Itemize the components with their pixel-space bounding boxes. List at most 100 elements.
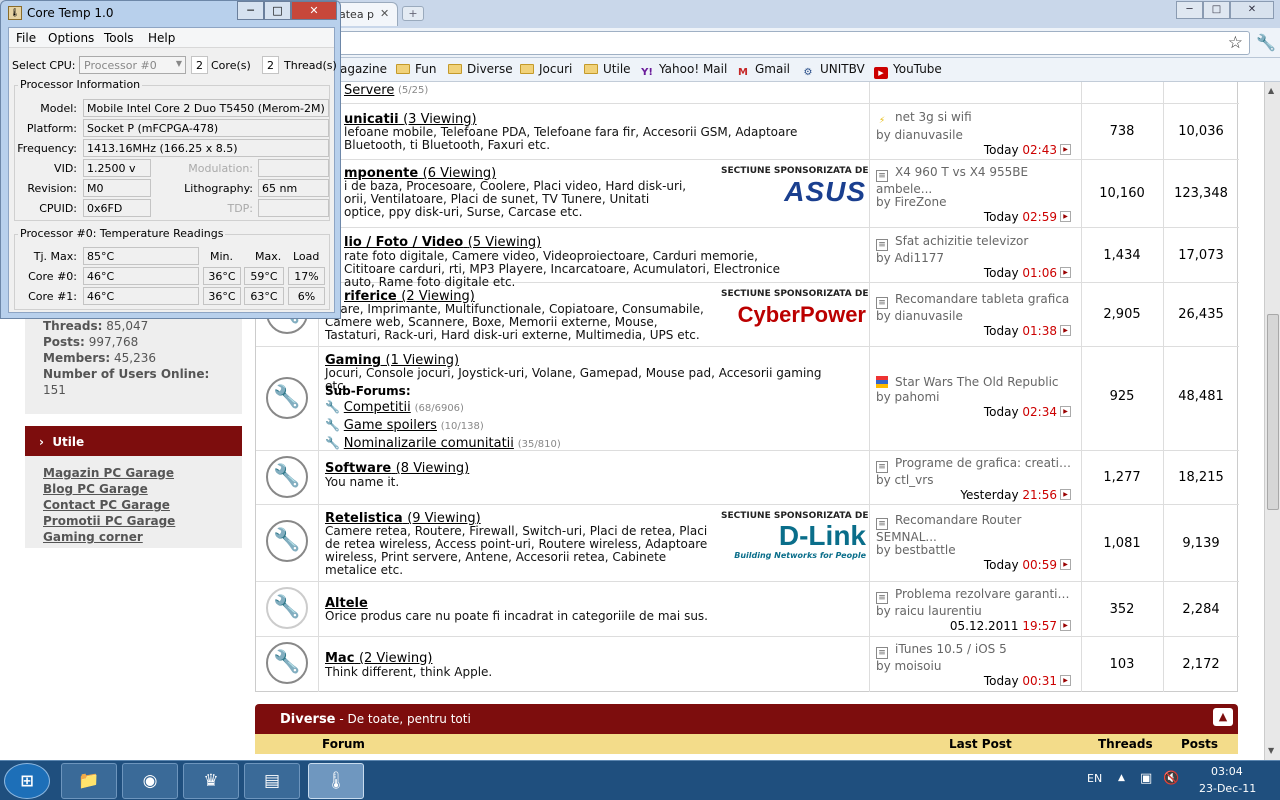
last-post-title[interactable]: Problema rezolvare garantie... bbox=[895, 587, 1071, 601]
forum-description: i de baza, Procesoare, Coolere, Placi vi… bbox=[344, 179, 687, 219]
scroll-up-icon[interactable]: ▲ bbox=[1268, 86, 1274, 95]
go-to-post-icon[interactable]: ▶ bbox=[1060, 406, 1071, 417]
last-post-user[interactable]: Adi1177 bbox=[895, 251, 945, 265]
forum-name-link[interactable]: lio / Foto / Video (5 Viewing) bbox=[344, 235, 541, 250]
sponsor-cyberpower[interactable]: SECTIUNE SPONSORIZATA DE CyberPower bbox=[721, 289, 868, 328]
go-to-post-icon[interactable]: ▶ bbox=[1060, 144, 1071, 155]
go-to-post-icon[interactable]: ▶ bbox=[1060, 489, 1071, 500]
threads-count: 85,047 bbox=[106, 319, 149, 333]
close-window-button[interactable]: ✕ bbox=[1230, 1, 1274, 19]
go-to-post-icon[interactable]: ▶ bbox=[1060, 325, 1071, 336]
last-post-title[interactable]: X4 960 T vs X4 955BE ambele... bbox=[876, 165, 1028, 195]
new-tab-button[interactable]: + bbox=[402, 6, 424, 21]
bookmark-star-icon[interactable]: ☆ bbox=[1228, 33, 1243, 53]
menu-file[interactable]: File bbox=[16, 31, 36, 45]
link-promotii[interactable]: Promotii PC Garage bbox=[43, 513, 242, 529]
scroll-down-icon[interactable]: ▼ bbox=[1268, 746, 1274, 755]
bookmark-fun[interactable]: Fun bbox=[396, 62, 436, 76]
wrench-icon: 🔧 bbox=[325, 436, 340, 450]
subforum-link[interactable]: Competitii bbox=[344, 400, 411, 415]
sponsor-asus[interactable]: SECTIUNE SPONSORIZATA DE ASUS bbox=[721, 166, 868, 208]
last-post-title[interactable]: Recomandare Router SEMNAL... bbox=[876, 513, 1021, 543]
maximize-button[interactable]: □ bbox=[1203, 1, 1230, 19]
chrome-taskbar-icon[interactable]: ◉ bbox=[122, 763, 178, 799]
game-taskbar-icon[interactable]: ♛ bbox=[183, 763, 239, 799]
collapse-icon[interactable]: ▲ bbox=[1213, 708, 1233, 726]
coretemp-maximize-button[interactable]: □ bbox=[264, 1, 291, 20]
clock-date[interactable]: 23-Dec-11 bbox=[1199, 782, 1256, 795]
core0-temp: 46°C bbox=[83, 267, 199, 285]
last-post-user[interactable]: bestbattle bbox=[895, 543, 956, 557]
start-button[interactable]: ⊞ bbox=[4, 763, 50, 799]
volume-icon[interactable]: 🔇 bbox=[1163, 771, 1179, 786]
youtube-icon: ▶ bbox=[874, 67, 888, 79]
wrench-icon[interactable]: 🔧 bbox=[1256, 33, 1276, 52]
scrollbar-thumb[interactable] bbox=[1267, 314, 1279, 510]
forum-name-link[interactable]: Servere bbox=[344, 83, 394, 98]
link-blog[interactable]: Blog PC Garage bbox=[43, 481, 242, 497]
thermometer-icon: 🌡 bbox=[8, 6, 22, 20]
bookmark-utile[interactable]: Utile bbox=[584, 62, 631, 76]
winrar-taskbar-icon[interactable]: ▤ bbox=[244, 763, 300, 799]
bookmark-diverse[interactable]: Diverse bbox=[448, 62, 513, 76]
coretemp-minimize-button[interactable]: ─ bbox=[237, 1, 264, 20]
menu-help[interactable]: Help bbox=[148, 31, 175, 45]
last-post-title[interactable]: Sfat achizitie televizor bbox=[895, 234, 1028, 248]
menu-options[interactable]: Options bbox=[48, 31, 94, 45]
go-to-post-icon[interactable]: ▶ bbox=[1060, 559, 1071, 570]
forum-name-link[interactable]: Mac (2 Viewing) bbox=[325, 651, 432, 666]
address-bar[interactable]: ☆ bbox=[330, 31, 1250, 55]
page-scrollbar[interactable]: ▲ ▼ bbox=[1264, 82, 1280, 760]
bookmark-youtube[interactable]: ▶ YouTube bbox=[874, 62, 942, 79]
last-post-user[interactable]: moisoiu bbox=[895, 659, 942, 673]
link-gaming-corner[interactable]: Gaming corner bbox=[43, 529, 242, 545]
language-indicator[interactable]: EN bbox=[1087, 772, 1102, 785]
last-post-user[interactable]: dianuvasile bbox=[895, 128, 963, 142]
utile-header: › Utile bbox=[25, 426, 242, 456]
bookmark-unitbv[interactable]: ⚙ UNITBV bbox=[801, 62, 865, 79]
last-post-user[interactable]: dianuvasile bbox=[895, 309, 963, 323]
sponsor-dlink[interactable]: SECTIUNE SPONSORIZATA DE D-Link Building… bbox=[721, 511, 868, 560]
threads-count: 2 bbox=[262, 56, 279, 74]
network-icon[interactable]: ▣ bbox=[1140, 771, 1152, 786]
go-to-post-icon[interactable]: ▶ bbox=[1060, 620, 1071, 631]
bookmark-jocuri[interactable]: Jocuri bbox=[520, 62, 572, 76]
link-magazin[interactable]: Magazin PC Garage bbox=[43, 465, 242, 481]
minimize-button[interactable]: ─ bbox=[1176, 1, 1203, 19]
cpu-select[interactable]: Processor #0 ▼ bbox=[79, 56, 186, 74]
modulation-field bbox=[258, 159, 329, 177]
coretemp-close-button[interactable]: ✕ bbox=[291, 1, 337, 20]
last-post-user[interactable]: FireZone bbox=[895, 195, 947, 209]
explorer-taskbar-icon[interactable]: 📁 bbox=[61, 763, 117, 799]
post-count: 10,036 bbox=[1178, 124, 1224, 139]
go-to-post-icon[interactable]: ▶ bbox=[1060, 267, 1071, 278]
subforums: Sub-Forums: 🔧 Competitii (68/6906) 🔧 Gam… bbox=[325, 384, 561, 451]
bookmark-magazine[interactable]: agazine bbox=[340, 62, 387, 76]
last-post-title[interactable]: Recomandare tableta grafica bbox=[895, 292, 1069, 306]
go-to-post-icon[interactable]: ▶ bbox=[1060, 211, 1071, 222]
menu-tools[interactable]: Tools bbox=[104, 31, 134, 45]
last-post-user[interactable]: pahomi bbox=[895, 390, 940, 404]
last-post-title[interactable]: net 3g si wifi bbox=[895, 110, 972, 124]
last-post-user[interactable]: ctl_vrs bbox=[895, 473, 934, 487]
link-contact[interactable]: Contact PC Garage bbox=[43, 497, 242, 513]
table-row: lio / Foto / Video (5 Viewing) rate foto… bbox=[256, 228, 1239, 289]
forum-name-link[interactable]: Software (8 Viewing) bbox=[325, 461, 469, 476]
subforum-link[interactable]: Nominalizarile comunitatii bbox=[344, 436, 514, 451]
bookmark-gmail[interactable]: M Gmail bbox=[736, 62, 790, 79]
last-post-title[interactable]: iTunes 10.5 / iOS 5 bbox=[895, 642, 1007, 656]
close-tab-icon[interactable]: ✕ bbox=[380, 7, 389, 20]
bookmark-yahoo-mail[interactable]: Y! Yahoo! Mail bbox=[640, 62, 727, 79]
coretemp-taskbar-icon[interactable]: 🌡 bbox=[308, 763, 364, 799]
members-count: 45,236 bbox=[114, 351, 156, 365]
last-post-title[interactable]: Star Wars The Old Republic bbox=[895, 375, 1059, 389]
coretemp-body: File Options Tools Help Select CPU: Proc… bbox=[8, 27, 337, 313]
go-to-post-icon[interactable]: ▶ bbox=[1060, 675, 1071, 686]
tray-expand-icon[interactable]: ▲ bbox=[1118, 773, 1125, 783]
clock-time[interactable]: 03:04 bbox=[1211, 765, 1243, 778]
subforum-link[interactable]: Game spoilers bbox=[344, 418, 437, 433]
folder-icon bbox=[584, 64, 598, 74]
category-title[interactable]: Diverse bbox=[280, 712, 336, 727]
last-post-title[interactable]: Programe de grafica: creatii... bbox=[895, 456, 1071, 470]
last-post-user[interactable]: raicu laurentiu bbox=[895, 604, 982, 618]
